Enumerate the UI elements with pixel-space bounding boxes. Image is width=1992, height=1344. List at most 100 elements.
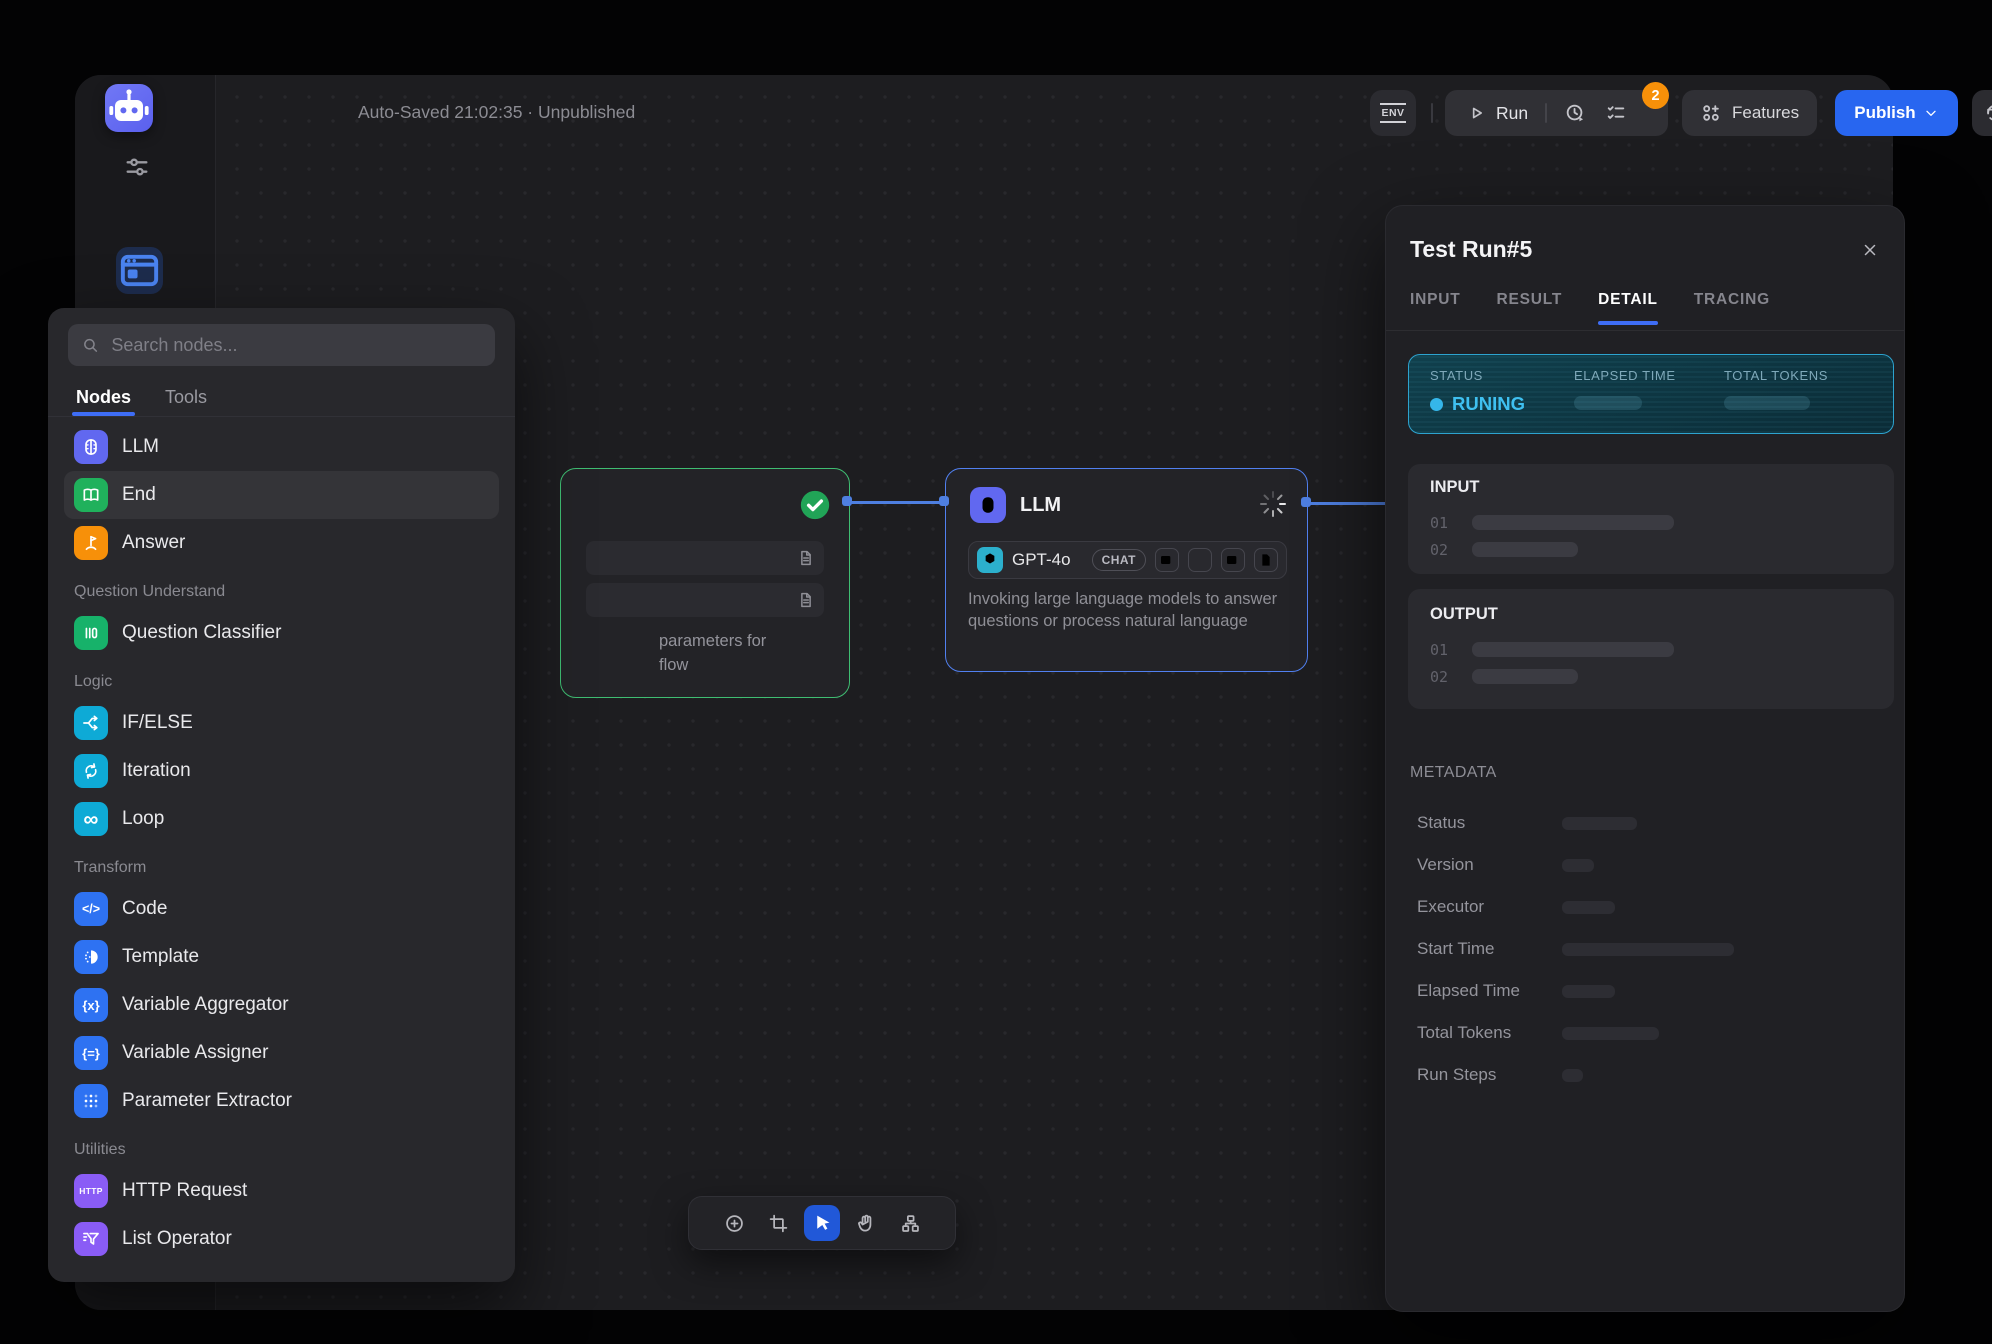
node-list: LLM End AnswerQuestion UnderstandQuestion … (48, 417, 515, 1273)
node-item-template[interactable]: Template (64, 933, 499, 981)
node-item-label: Loop (122, 808, 164, 830)
search-input[interactable] (109, 334, 482, 357)
node-item-answer[interactable]: Answer (64, 519, 499, 567)
run-button[interactable]: Run (1496, 103, 1528, 124)
play-icon[interactable] (1467, 103, 1487, 123)
hand-tool[interactable] (848, 1205, 884, 1241)
llm-node[interactable]: LLM GPT-4o CHAT Invoking large language … (945, 468, 1308, 672)
filter-icon (74, 1222, 108, 1256)
edge-start-to-llm (850, 501, 945, 504)
skeleton-bar (1472, 669, 1578, 684)
node-item-label: Template (122, 946, 199, 968)
node-panel-tab-nodes[interactable]: Nodes (76, 378, 131, 416)
skeleton-bar (1562, 985, 1615, 998)
close-button[interactable] (1852, 232, 1888, 268)
metadata-label: Version (1417, 855, 1562, 875)
cursor-tool[interactable] (804, 1205, 840, 1241)
env-button[interactable]: ENV (1370, 90, 1416, 136)
clock-play-icon[interactable] (1564, 102, 1586, 124)
node-item-list-operator[interactable]: List Operator (64, 1215, 499, 1263)
metadata-title: METADATA (1410, 764, 1497, 782)
node-item-label: Parameter Extractor (122, 1090, 292, 1112)
node-item-label: LLM (122, 436, 159, 458)
plus-circle-icon (724, 1213, 745, 1234)
publish-button[interactable]: Publish (1835, 90, 1958, 136)
dot-grid-icon (74, 1084, 108, 1118)
test-run-panel: Test Run#5 INPUTRESULTDETAILTRACING STAT… (1385, 205, 1905, 1312)
doc-icon (1254, 548, 1278, 572)
node-section-title: Transform (64, 843, 499, 885)
skeleton-bar (1562, 817, 1637, 830)
run-panel-title: Test Run#5 (1410, 236, 1532, 263)
braces-eq-icon: {=} (74, 1036, 108, 1070)
metadata-row: Elapsed Time (1417, 970, 1880, 1012)
window-tool-icon[interactable] (116, 247, 163, 294)
node-item-llm[interactable]: LLM (64, 423, 499, 471)
start-output-port[interactable] (842, 496, 852, 506)
skeleton-bar (1724, 396, 1810, 410)
skeleton-bar (1574, 396, 1642, 410)
node-panel-tab-tools[interactable]: Tools (165, 378, 207, 416)
llm-input-port[interactable] (939, 496, 949, 506)
checklist-count-badge: 2 (1642, 82, 1669, 109)
node-item-if-else[interactable]: IF/ELSE (64, 699, 499, 747)
classifier-icon (74, 616, 108, 650)
metadata-row: Executor (1417, 886, 1880, 928)
run-button-group: Run (1445, 90, 1668, 136)
io-row: 01 (1430, 636, 1872, 663)
node-item-variable-assigner[interactable]: {=}Variable Assigner (64, 1029, 499, 1077)
model-selector[interactable]: GPT-4o CHAT (968, 541, 1287, 579)
node-item-iteration[interactable]: Iteration (64, 747, 499, 795)
node-section-title: Question Understand (64, 567, 499, 609)
cursor-icon (812, 1213, 833, 1234)
row-index: 02 (1430, 668, 1472, 686)
node-item-end[interactable]: End (64, 471, 499, 519)
plus-circle-tool[interactable] (716, 1205, 752, 1241)
metadata-rows: StatusVersionExecutorStart TimeElapsed T… (1417, 802, 1880, 1096)
node-item-parameter-extractor[interactable]: Parameter Extractor (64, 1077, 499, 1125)
status-card-label: ELAPSED TIME (1574, 368, 1676, 383)
node-item-loop[interactable]: ∞Loop (64, 795, 499, 843)
run-group-divider (1545, 103, 1547, 123)
run-panel-tab-tracing[interactable]: TRACING (1694, 291, 1770, 309)
node-item-label: End (122, 484, 156, 506)
start-field-row[interactable] (586, 583, 824, 617)
input-card-title: INPUT (1430, 478, 1872, 497)
metadata-row: Run Steps (1417, 1054, 1880, 1096)
spinner-icon (1259, 490, 1287, 518)
metadata-label: Total Tokens (1417, 1023, 1562, 1043)
model-name: GPT-4o (1012, 550, 1071, 570)
brain-icon (74, 430, 108, 464)
output-card: OUTPUT 0102 (1408, 589, 1894, 709)
node-picker-panel: Nodes Tools LLM End AnswerQuestion Understa… (48, 308, 515, 1282)
features-button[interactable]: Features (1682, 90, 1817, 136)
node-item-http-request[interactable]: HTTPHTTP Request (64, 1167, 499, 1215)
node-section-title: Utilities (64, 1125, 499, 1167)
node-item-variable-aggregator[interactable]: {x}Variable Aggregator (64, 981, 499, 1029)
start-node[interactable]: parameters for flow (560, 468, 850, 698)
app-logo-robot-icon[interactable] (105, 84, 153, 132)
run-panel-tab-detail[interactable]: DETAIL (1598, 291, 1658, 309)
llm-output-port[interactable] (1301, 497, 1311, 507)
run-panel-divider (1386, 330, 1904, 331)
layout-tool[interactable] (892, 1205, 928, 1241)
env-icon: ENV (1380, 103, 1405, 123)
node-item-label: Iteration (122, 760, 191, 782)
start-field-row[interactable] (586, 541, 824, 575)
frame-tool[interactable] (760, 1205, 796, 1241)
node-item-question-classifier[interactable]: Question Classifier (64, 609, 499, 657)
node-item-code[interactable]: </>Code (64, 885, 499, 933)
metadata-row: Version (1417, 844, 1880, 886)
node-item-label: List Operator (122, 1228, 232, 1250)
sliders-icon[interactable] (123, 153, 151, 181)
doc-icon (797, 591, 815, 609)
search-box[interactable] (68, 324, 495, 366)
run-panel-tab-result[interactable]: RESULT (1497, 291, 1563, 309)
run-panel-tab-input[interactable]: INPUT (1410, 291, 1461, 309)
skeleton-bar (1562, 859, 1594, 872)
start-node-description: parameters for (659, 632, 766, 651)
checklist-icon[interactable] (1605, 102, 1627, 124)
hand-icon (856, 1213, 877, 1234)
history-button[interactable] (1972, 90, 1992, 136)
row-index: 01 (1430, 514, 1472, 532)
